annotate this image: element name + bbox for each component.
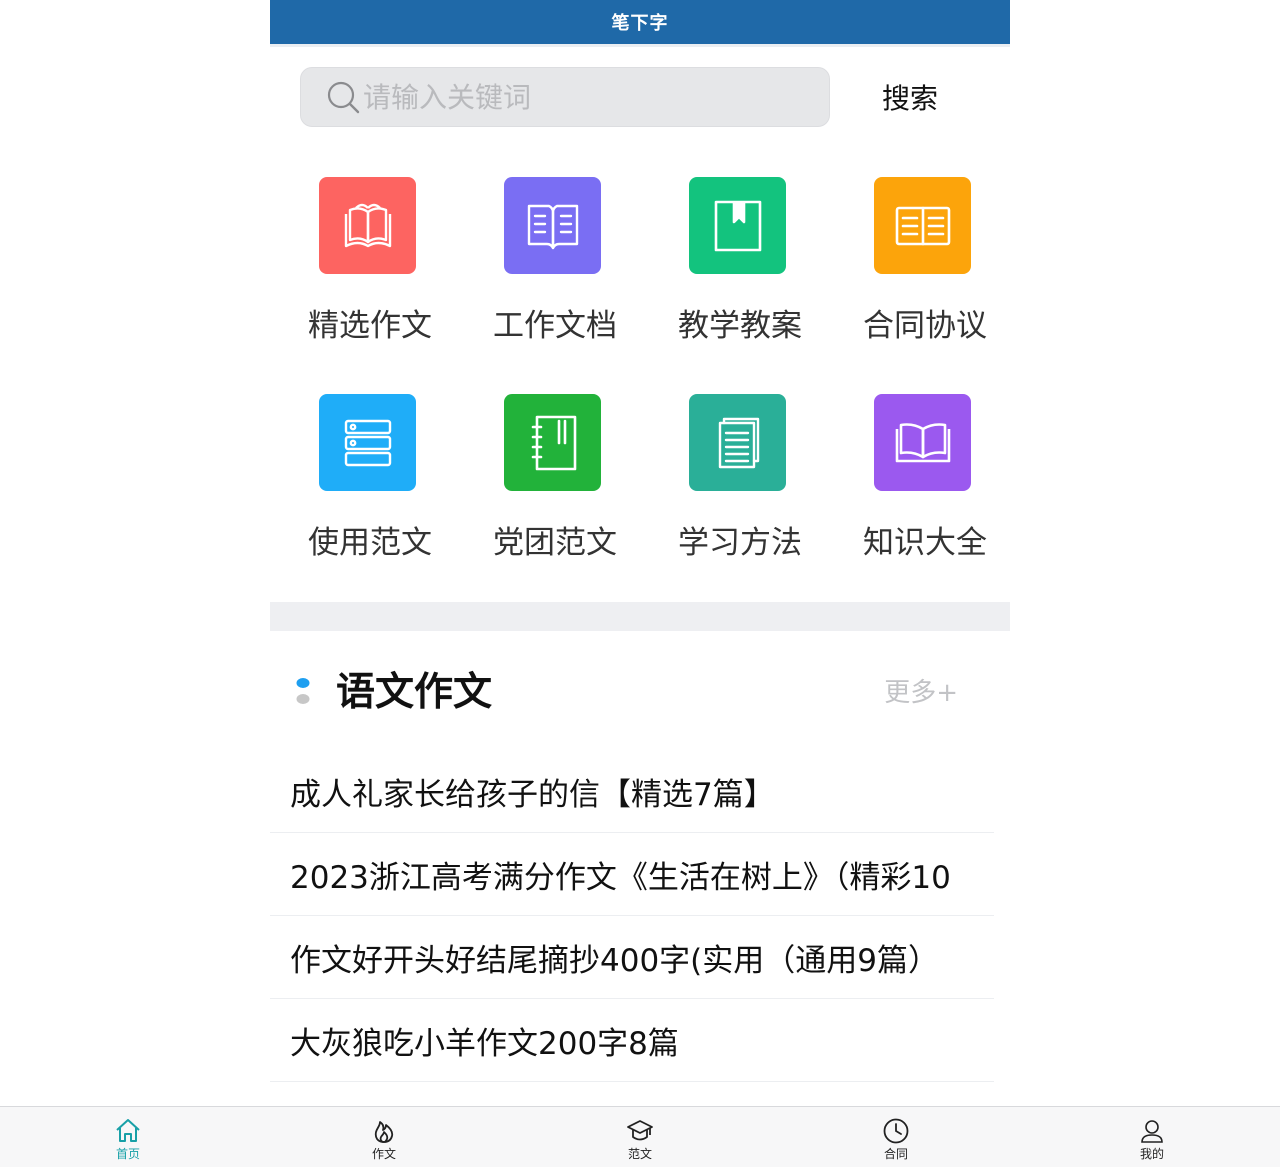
category-teaching-plans[interactable]: 教学教案	[648, 160, 818, 350]
flame-icon	[374, 1121, 394, 1143]
search-button-label: 搜索	[881, 82, 938, 115]
list-item[interactable]: 作文好开头好结尾摘抄400字(实用（通用9篇）	[270, 916, 994, 999]
list-item[interactable]: 成人礼家长给孩子的信【精选7篇】	[270, 750, 994, 833]
section-header: 语文作文 更多+	[270, 655, 1010, 731]
section-divider	[270, 602, 1010, 631]
bookmark-book-icon	[714, 200, 761, 251]
list-item[interactable]: 大灰狼吃小羊作文200字8篇	[270, 999, 994, 1082]
header-bar: 笔下字	[270, 0, 1010, 44]
category-selected-essays[interactable]: 精选作文	[278, 160, 448, 350]
nav-label: 我的	[1139, 1147, 1164, 1161]
category-tile	[319, 394, 416, 491]
notebook-icon	[531, 415, 576, 470]
category-tile	[874, 177, 971, 274]
category-tile	[874, 394, 971, 491]
category-study-methods[interactable]: 学习方法	[648, 377, 818, 567]
category-label: 使用范文	[308, 525, 432, 561]
category-usage-samples[interactable]: 使用范文	[278, 377, 448, 567]
category-label: 知识大全	[863, 525, 987, 561]
search-icon	[327, 81, 360, 114]
section-title: 语文作文	[336, 670, 493, 715]
search-box[interactable]	[300, 67, 830, 127]
article-list: 成人礼家长给孩子的信【精选7篇】 2023浙江高考满分作文《生活在树上》（精彩1…	[270, 750, 994, 1082]
site-title: 笔下字	[611, 13, 669, 34]
category-work-docs[interactable]: 工作文档	[463, 160, 633, 350]
bottom-nav: 首页 作文 范文 合同 我的	[0, 1106, 1280, 1167]
category-label: 教学教案	[678, 308, 802, 344]
category-party-samples[interactable]: 党团范文	[463, 377, 633, 567]
nav-label: 首页	[115, 1147, 140, 1161]
home-icon	[116, 1119, 140, 1142]
nav-label: 范文	[627, 1147, 652, 1161]
nav-samples[interactable]: 范文	[580, 1107, 700, 1167]
category-knowledge[interactable]: 知识大全	[833, 377, 1003, 567]
category-tile	[689, 394, 786, 491]
category-tile	[689, 177, 786, 274]
category-tile	[319, 177, 416, 274]
page: 笔下字 搜索	[0, 0, 1280, 1167]
search-button[interactable]: 搜索	[850, 67, 970, 127]
category-tile	[504, 177, 601, 274]
user-icon	[1141, 1120, 1163, 1143]
nav-profile[interactable]: 我的	[1092, 1107, 1212, 1167]
category-label: 合同协议	[863, 308, 987, 344]
nav-essays[interactable]: 作文	[324, 1107, 444, 1167]
list-item[interactable]: 2023浙江高考满分作文《生活在树上》（精彩10	[270, 833, 994, 916]
open-document-icon	[895, 206, 950, 245]
category-contracts[interactable]: 合同协议	[833, 160, 1003, 350]
nav-contracts[interactable]: 合同	[836, 1107, 956, 1167]
graduation-cap-icon	[627, 1120, 653, 1141]
category-tile	[504, 394, 601, 491]
nav-label: 作文	[371, 1147, 396, 1161]
category-label: 学习方法	[678, 525, 802, 561]
content-column: 笔下字 搜索	[270, 0, 1010, 1106]
category-label: 党团范文	[493, 525, 617, 561]
more-link[interactable]: 更多+	[884, 675, 958, 711]
category-label: 工作文档	[493, 308, 617, 344]
nav-home[interactable]: 首页	[68, 1107, 188, 1167]
search-input[interactable]	[361, 68, 829, 126]
header-shadow	[270, 44, 1010, 47]
section-bullet-icon	[296, 678, 310, 704]
wide-book-icon	[895, 422, 950, 462]
document-stack-icon	[718, 417, 759, 468]
clock-icon	[883, 1118, 909, 1144]
open-book-icon	[344, 203, 391, 247]
book-pages-icon	[527, 204, 578, 249]
category-label: 精选作文	[308, 308, 432, 344]
server-list-icon	[344, 419, 391, 466]
nav-label: 合同	[883, 1147, 908, 1161]
